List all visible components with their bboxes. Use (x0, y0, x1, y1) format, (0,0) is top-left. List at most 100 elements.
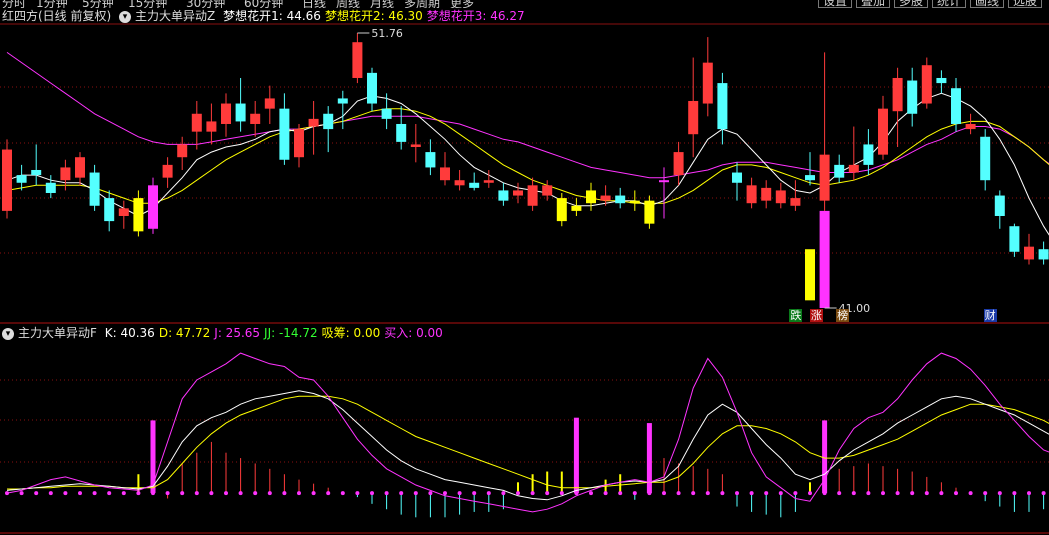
sub-signal-bar (196, 452, 198, 494)
candle-body (235, 103, 246, 122)
candle-body (513, 190, 523, 196)
candle-body (367, 72, 377, 104)
sub-signal-bar (1028, 493, 1030, 512)
sub-signal-bar (473, 493, 475, 512)
zero-dot (165, 491, 170, 496)
kline-chart[interactable]: 51.7641.00 (0, 0, 1049, 535)
zero-dot (924, 491, 929, 496)
candle-body (629, 200, 640, 204)
zero-dot (574, 491, 579, 496)
candle-body (921, 65, 932, 104)
event-tag[interactable]: 财 (983, 309, 997, 322)
zero-dot (92, 491, 97, 496)
sub-signal-bar (240, 458, 242, 494)
sub-signal-bar (692, 466, 694, 494)
candle-body (104, 198, 115, 222)
zero-dot (968, 491, 973, 496)
sub-signal-bar (415, 493, 417, 518)
zero-dot (486, 491, 491, 496)
sub-signal-bar (429, 493, 431, 518)
zero-dot (370, 491, 374, 496)
sub-signal-bar (721, 474, 723, 494)
sub-signal-bar (254, 463, 256, 494)
zero-dot (881, 491, 885, 496)
zero-dot (1027, 491, 1031, 496)
zero-dot (866, 491, 871, 496)
candle-body (702, 62, 713, 104)
sub-signal-bar (459, 493, 461, 515)
sub-signal-bar (780, 493, 782, 518)
candle-body (1024, 246, 1034, 260)
candle-body (177, 144, 188, 158)
candle-body (89, 172, 100, 206)
sub-signal-bar (531, 474, 534, 494)
candle-body (571, 205, 582, 211)
candle-body (118, 208, 129, 216)
candle-body (191, 113, 202, 132)
sub-signal-bar (181, 463, 183, 494)
event-tag[interactable]: 榜 (836, 309, 850, 322)
sub-signal-bar (283, 474, 285, 494)
zero-dot (851, 491, 856, 496)
zero-dot (326, 491, 331, 496)
zero-dot (224, 491, 228, 496)
candle-body (761, 187, 772, 201)
zero-dot (778, 491, 783, 496)
candle-body (805, 175, 815, 181)
zero-dot (764, 491, 769, 496)
zero-dot (355, 491, 360, 496)
candle-body (980, 136, 991, 181)
event-tag[interactable]: 跌 (789, 309, 803, 322)
sub-signal-bar (560, 471, 563, 494)
candle-body (440, 167, 450, 181)
candle-body (848, 164, 859, 173)
zero-dot (1041, 491, 1046, 496)
zero-dot (910, 491, 915, 496)
candle-body (644, 200, 655, 224)
candle-body (323, 113, 334, 130)
candle-body (834, 164, 845, 178)
candle-body (294, 129, 304, 158)
candle-body (2, 149, 12, 211)
zero-dot (121, 491, 126, 496)
sub-signal-bar (926, 476, 928, 494)
sub-signal-bar (225, 452, 227, 494)
zero-dot (589, 491, 593, 496)
zero-dot (472, 491, 477, 496)
candle-body (498, 190, 509, 201)
sub-signal-bar (736, 493, 738, 507)
sub-signal-bar (794, 493, 796, 512)
candle-body (410, 144, 421, 147)
candle-body (148, 185, 158, 229)
sub-signal-bar (1013, 493, 1015, 512)
zero-dot (107, 491, 112, 496)
candle-body (878, 108, 888, 155)
sub-signal-bar (1043, 493, 1045, 510)
candle-body (425, 152, 436, 168)
sub-signal-bar (269, 468, 271, 494)
zero-dot (559, 491, 564, 496)
candle-body (381, 108, 392, 119)
zero-dot (749, 491, 754, 496)
zero-dot (399, 491, 404, 496)
sub-signal-bar (707, 468, 709, 494)
zero-dot (19, 491, 24, 496)
candle-body (732, 172, 742, 183)
zero-dot (151, 491, 155, 496)
sub-signal-bar (765, 493, 767, 515)
kdj-d-line (7, 395, 1049, 490)
zero-dot (457, 491, 462, 496)
candle-body (907, 80, 918, 114)
sub-signal-bar (150, 420, 156, 494)
candle-body (352, 42, 363, 78)
zero-dot (194, 491, 199, 496)
candle-body (819, 154, 830, 201)
event-tag[interactable]: 涨 (809, 309, 823, 322)
candle-body (527, 185, 538, 206)
zero-dot (603, 491, 608, 496)
candle-body (936, 77, 947, 84)
zero-dot (63, 491, 68, 496)
candle-body (454, 180, 465, 186)
candle-body (688, 100, 699, 135)
zero-dot (78, 491, 82, 496)
